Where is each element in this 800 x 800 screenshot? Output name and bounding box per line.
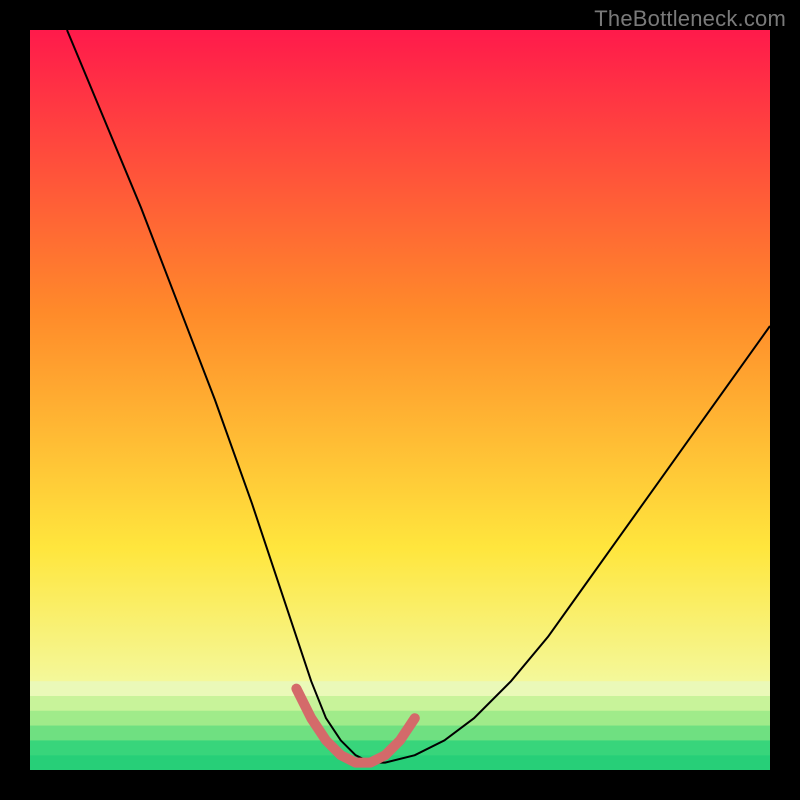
chart-svg <box>30 30 770 770</box>
chart-frame: TheBottleneck.com <box>0 0 800 800</box>
gradient-background <box>30 30 770 770</box>
watermark-text: TheBottleneck.com <box>594 6 786 32</box>
chart-plot-area <box>30 30 770 770</box>
bottom-stripes <box>30 681 770 770</box>
